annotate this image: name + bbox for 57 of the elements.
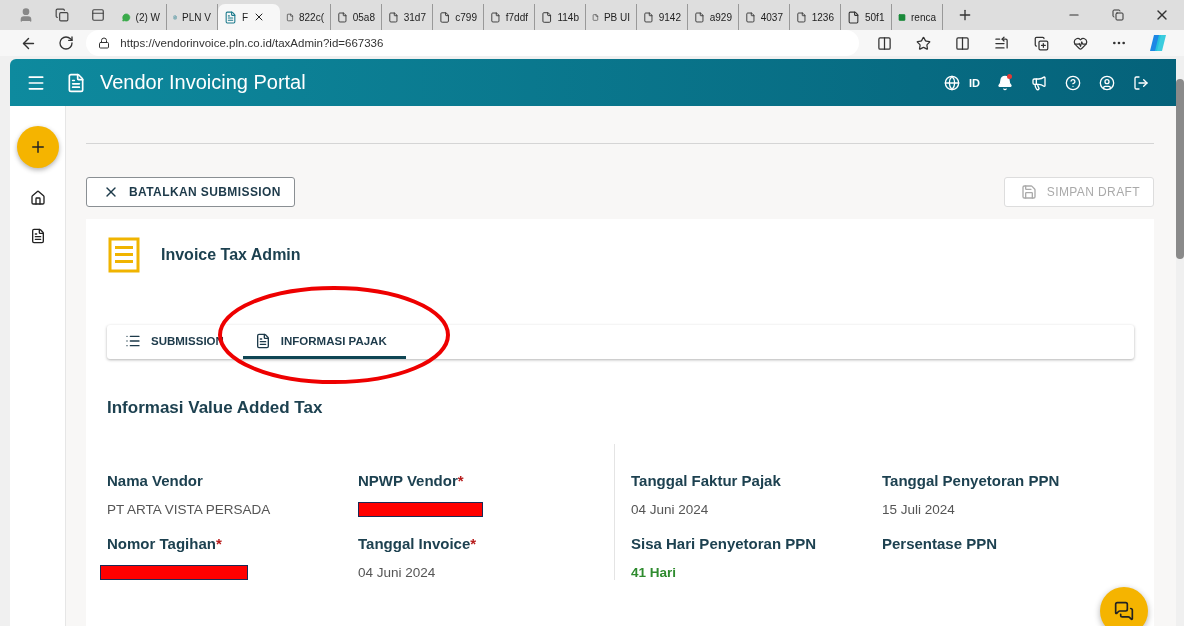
portal-logo-icon bbox=[66, 72, 86, 93]
app-title: Vendor Invoicing Portal bbox=[100, 71, 306, 94]
invoice-icon bbox=[107, 237, 141, 273]
restore-icon[interactable] bbox=[1112, 9, 1124, 21]
profile-icon[interactable] bbox=[18, 7, 34, 23]
page-icon bbox=[694, 10, 705, 24]
add-button[interactable] bbox=[16, 126, 59, 168]
field-label: Nama Vendor bbox=[107, 472, 204, 489]
page-icon bbox=[541, 10, 553, 24]
page-icon bbox=[337, 10, 348, 24]
cancel-button[interactable]: BATALKAN SUBMISSION bbox=[86, 177, 295, 207]
field-value: 15 Juli 2024 bbox=[882, 502, 956, 517]
field-value: PT ARTA VISTA PERSADA bbox=[107, 502, 272, 517]
workspaces-icon[interactable] bbox=[55, 8, 69, 22]
page-icon bbox=[439, 10, 451, 24]
page-icon bbox=[388, 10, 399, 24]
field-label: Sisa Hari Penyetoran PPN bbox=[631, 535, 818, 552]
collections-icon[interactable] bbox=[1033, 35, 1049, 51]
notification-icon[interactable] bbox=[997, 74, 1013, 91]
chat-icon bbox=[1114, 601, 1134, 621]
new-tab-icon[interactable] bbox=[957, 7, 973, 23]
announcement-icon[interactable] bbox=[1031, 74, 1047, 91]
field-label: Persentase PPN bbox=[882, 535, 999, 552]
page-icon bbox=[643, 10, 654, 24]
favorites-icon[interactable] bbox=[994, 35, 1010, 51]
field-label: Nomor Tagihan* bbox=[107, 535, 223, 552]
heart-icon[interactable] bbox=[1072, 35, 1088, 51]
field-value: 41 Hari bbox=[631, 565, 678, 580]
page-icon bbox=[745, 10, 756, 24]
lock-icon bbox=[98, 37, 111, 49]
logout-icon[interactable] bbox=[1133, 74, 1149, 91]
split-screen-icon[interactable] bbox=[877, 35, 893, 51]
field-label: Tanggal Invoice* bbox=[358, 535, 478, 552]
field-value: 04 Juni 2024 bbox=[358, 565, 437, 580]
section-title: Informasi Value Added Tax bbox=[107, 398, 324, 418]
account-icon[interactable] bbox=[1099, 74, 1115, 91]
home-icon[interactable] bbox=[29, 190, 46, 206]
card-title: Invoice Tax Admin bbox=[161, 246, 301, 264]
language-icon[interactable] bbox=[944, 74, 960, 91]
address-field[interactable]: https://vendorinvoice.pln.co.id/taxAdmin?id=667336 bbox=[86, 30, 860, 56]
page-icon bbox=[490, 10, 501, 24]
field-label: Tanggal Faktur Pajak bbox=[631, 472, 782, 489]
chat-icon bbox=[122, 10, 131, 24]
field-label: Tanggal Penyetoran PPN bbox=[882, 472, 1061, 489]
split-screen-icon[interactable] bbox=[955, 35, 971, 51]
language-code[interactable]: ID bbox=[969, 76, 980, 89]
save-icon bbox=[1020, 184, 1037, 200]
favorite-icon[interactable] bbox=[916, 35, 932, 51]
page-icon bbox=[796, 10, 807, 24]
field-label: NPWP Vendor* bbox=[358, 472, 465, 489]
page-icon bbox=[847, 10, 860, 24]
refresh-icon[interactable] bbox=[57, 35, 74, 51]
field-value: 04 Juni 2024 bbox=[631, 502, 710, 517]
tab-actions-icon[interactable] bbox=[91, 8, 105, 22]
browser-tab[interactable]: F bbox=[218, 4, 280, 30]
help-icon[interactable] bbox=[1065, 74, 1081, 91]
assistant-icon[interactable] bbox=[1148, 33, 1169, 53]
